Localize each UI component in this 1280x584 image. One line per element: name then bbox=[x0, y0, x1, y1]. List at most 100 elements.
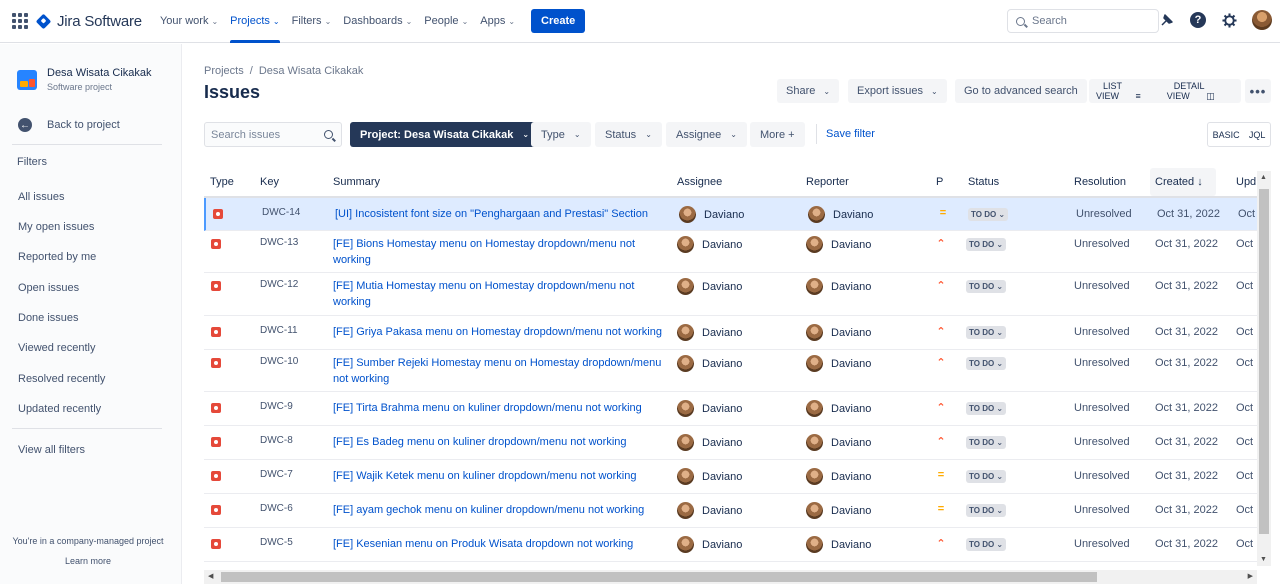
status-badge[interactable]: TO DO ⌄ bbox=[966, 504, 1007, 517]
column-header-reporter[interactable]: Reporter bbox=[806, 176, 849, 188]
status-badge[interactable]: TO DO ⌄ bbox=[966, 436, 1007, 449]
sidebar-item-reported-by-me[interactable]: Reported by me bbox=[18, 251, 96, 263]
issue-summary[interactable]: [FE] Griya Pakasa menu on Homestay dropd… bbox=[333, 324, 663, 340]
assignee-cell[interactable]: Daviano bbox=[677, 434, 742, 451]
table-row[interactable]: DWC-9 [FE] Tirta Brahma menu on kuliner d… bbox=[204, 392, 1257, 426]
status-badge[interactable]: TO DO ⌄ bbox=[966, 402, 1007, 415]
status-filter-button[interactable]: Status ⌄ bbox=[595, 122, 662, 147]
settings-gear-icon[interactable] bbox=[1220, 11, 1238, 29]
assignee-cell[interactable]: Daviano bbox=[677, 236, 742, 253]
scroll-right-arrow-icon[interactable]: ▶ bbox=[1248, 572, 1253, 580]
breadcrumb-project[interactable]: Desa Wisata Cikakak bbox=[259, 65, 364, 77]
issue-summary[interactable]: [FE] Sumber Rejeki Homestay menu on Home… bbox=[333, 355, 663, 387]
assignee-cell[interactable]: Daviano bbox=[677, 468, 742, 485]
nav-filters[interactable]: Filters ⌄ bbox=[292, 0, 332, 43]
nav-dashboards[interactable]: Dashboards ⌄ bbox=[343, 0, 412, 43]
learn-more-link[interactable]: Learn more bbox=[0, 556, 176, 566]
issue-summary[interactable]: [FE] Kesenian menu on Produk Wisata drop… bbox=[333, 536, 663, 552]
vertical-scroll-thumb[interactable] bbox=[1259, 189, 1269, 534]
more-actions-button[interactable]: ••• bbox=[1245, 79, 1271, 103]
status-badge[interactable]: TO DO ⌄ bbox=[966, 326, 1007, 339]
nav-your-work[interactable]: Your work ⌄ bbox=[160, 0, 218, 43]
issue-summary[interactable]: [FE] Es Badeg menu on kuliner dropdown/m… bbox=[333, 434, 663, 450]
global-search-input[interactable]: Search bbox=[1007, 9, 1159, 33]
export-issues-button[interactable]: Export issues ⌄ bbox=[848, 79, 947, 103]
table-row[interactable]: DWC-10 [FE] Sumber Rejeki Homestay menu o… bbox=[204, 350, 1257, 392]
table-row[interactable]: DWC-14 [UI] Incosistent font size on "Pen… bbox=[204, 198, 1257, 231]
user-avatar[interactable] bbox=[1252, 10, 1272, 30]
table-row[interactable]: DWC-8 [FE] Es Badeg menu on kuliner dropd… bbox=[204, 426, 1257, 460]
sidebar-item-resolved-recently[interactable]: Resolved recently bbox=[18, 373, 105, 385]
back-to-project-link[interactable]: ← Back to project bbox=[18, 118, 120, 132]
column-header-assignee[interactable]: Assignee bbox=[677, 176, 722, 188]
table-row[interactable]: DWC-7 [FE] Wajik Ketek menu on kuliner dr… bbox=[204, 460, 1257, 494]
table-row[interactable]: DWC-5 [FE] Kesenian menu on Produk Wisata… bbox=[204, 528, 1257, 562]
status-badge[interactable]: TO DO ⌄ bbox=[968, 208, 1009, 221]
issue-summary[interactable]: [FE] Tirta Brahma menu on kuliner dropdo… bbox=[333, 400, 663, 416]
detail-view-button[interactable]: DETAIL VIEW ◫ bbox=[1160, 81, 1241, 102]
advanced-search-button[interactable]: Go to advanced search bbox=[955, 79, 1087, 103]
column-header-type[interactable]: Type bbox=[210, 176, 234, 188]
type-filter-button[interactable]: Type ⌄ bbox=[531, 122, 591, 147]
create-button[interactable]: Create bbox=[531, 9, 586, 33]
issue-key[interactable]: DWC-7 bbox=[260, 469, 293, 480]
assignee-cell[interactable]: Daviano bbox=[677, 502, 742, 519]
issue-key[interactable]: DWC-5 bbox=[260, 537, 293, 548]
status-badge[interactable]: TO DO ⌄ bbox=[966, 357, 1007, 370]
status-badge[interactable]: TO DO ⌄ bbox=[966, 280, 1007, 293]
jira-logo[interactable]: Jira Software bbox=[35, 13, 142, 30]
issue-summary[interactable]: [FE] Bions Homestay menu on Homestay dro… bbox=[333, 236, 663, 268]
status-badge[interactable]: TO DO ⌄ bbox=[966, 470, 1007, 483]
status-badge[interactable]: TO DO ⌄ bbox=[966, 238, 1007, 251]
sidebar-item-updated-recently[interactable]: Updated recently bbox=[18, 403, 101, 415]
sidebar-item-viewed-recently[interactable]: Viewed recently bbox=[18, 342, 95, 354]
assignee-cell[interactable]: Daviano bbox=[677, 324, 742, 341]
notifications-icon[interactable] bbox=[1158, 11, 1176, 29]
view-all-filters-link[interactable]: View all filters bbox=[18, 444, 85, 456]
more-filters-button[interactable]: More + bbox=[750, 122, 805, 147]
sidebar-item-all-issues[interactable]: All issues bbox=[18, 191, 64, 203]
breadcrumb-projects[interactable]: Projects bbox=[204, 65, 244, 77]
sidebar-item-open-issues[interactable]: Open issues bbox=[18, 282, 79, 294]
issue-key[interactable]: DWC-12 bbox=[260, 279, 298, 290]
nav-people[interactable]: People ⌄ bbox=[424, 0, 468, 43]
column-header-resolution[interactable]: Resolution bbox=[1074, 176, 1126, 188]
sidebar-item-done-issues[interactable]: Done issues bbox=[18, 312, 79, 324]
nav-apps[interactable]: Apps ⌄ bbox=[480, 0, 515, 43]
column-header-summary[interactable]: Summary bbox=[333, 176, 380, 188]
column-header-key[interactable]: Key bbox=[260, 176, 279, 188]
vertical-scrollbar[interactable]: ▲ ▼ bbox=[1257, 171, 1271, 566]
assignee-cell[interactable]: Daviano bbox=[677, 536, 742, 553]
issue-summary[interactable]: [FE] Wajik Ketek menu on kuliner dropdow… bbox=[333, 468, 663, 484]
issue-key[interactable]: DWC-11 bbox=[260, 325, 298, 336]
assignee-cell[interactable]: Daviano bbox=[677, 278, 742, 295]
assignee-cell[interactable]: Daviano bbox=[677, 355, 742, 372]
scroll-left-arrow-icon[interactable]: ◀ bbox=[208, 572, 213, 580]
nav-projects[interactable]: Projects ⌄ bbox=[230, 0, 281, 43]
sidebar-item-my-open-issues[interactable]: My open issues bbox=[18, 221, 94, 233]
horizontal-scrollbar[interactable]: ◀ ▶ bbox=[204, 570, 1257, 584]
list-view-button[interactable]: LIST VIEW ≡ bbox=[1089, 81, 1160, 101]
project-filter-button[interactable]: Project: Desa Wisata Cikakak ⌄ bbox=[350, 122, 540, 147]
basic-mode-button[interactable]: BASIC bbox=[1213, 130, 1240, 140]
column-header-status[interactable]: Status bbox=[968, 176, 999, 188]
issue-summary[interactable]: [FE] ayam gechok menu on kuliner dropdow… bbox=[333, 502, 663, 518]
help-icon[interactable]: ? bbox=[1190, 12, 1206, 28]
scroll-down-arrow-icon[interactable]: ▼ bbox=[1260, 556, 1267, 563]
column-header-created[interactable]: Created ↓ bbox=[1155, 176, 1203, 188]
table-row[interactable]: DWC-13 [FE] Bions Homestay menu on Homest… bbox=[204, 231, 1257, 273]
save-filter-link[interactable]: Save filter bbox=[826, 128, 875, 140]
horizontal-scroll-thumb[interactable] bbox=[221, 572, 1097, 582]
status-badge[interactable]: TO DO ⌄ bbox=[966, 538, 1007, 551]
column-header-updated[interactable]: Upd bbox=[1236, 176, 1256, 188]
table-row[interactable]: DWC-6 [FE] ayam gechok menu on kuliner dr… bbox=[204, 494, 1257, 528]
issue-summary[interactable]: [UI] Incosistent font size on "Pengharga… bbox=[335, 206, 665, 222]
app-switcher-icon[interactable] bbox=[12, 13, 28, 29]
jql-mode-button[interactable]: JQL bbox=[1249, 130, 1266, 140]
issue-key[interactable]: DWC-6 bbox=[260, 503, 293, 514]
issue-key[interactable]: DWC-10 bbox=[260, 356, 298, 367]
column-header-priority[interactable]: P bbox=[936, 176, 943, 188]
scroll-up-arrow-icon[interactable]: ▲ bbox=[1260, 174, 1267, 181]
issue-summary[interactable]: [FE] Mutia Homestay menu on Homestay dro… bbox=[333, 278, 663, 310]
table-row[interactable]: DWC-12 [FE] Mutia Homestay menu on Homest… bbox=[204, 273, 1257, 316]
